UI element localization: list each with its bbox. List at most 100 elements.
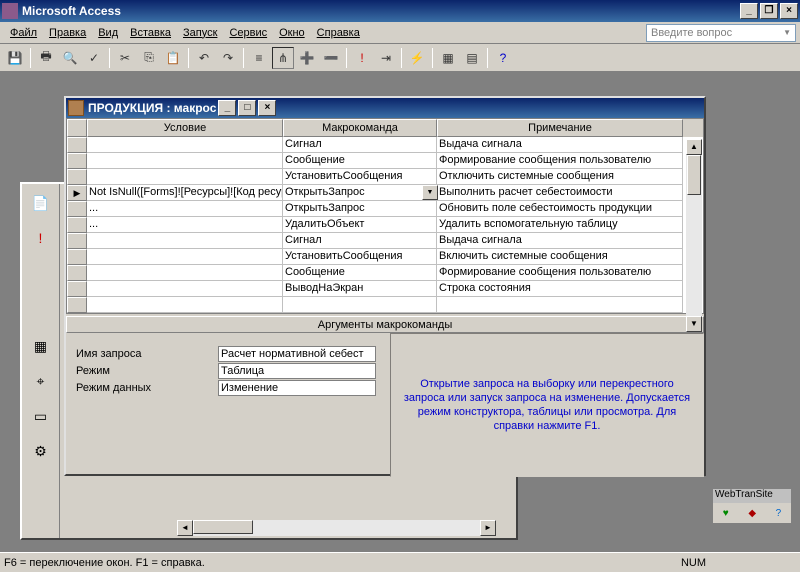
- cell-condition[interactable]: [87, 169, 283, 185]
- macro-names-icon[interactable]: ≡: [248, 47, 270, 69]
- close-button[interactable]: ×: [780, 3, 798, 19]
- menu-window[interactable]: Окно: [273, 25, 311, 41]
- menu-file[interactable]: Файл: [4, 25, 43, 41]
- build-icon[interactable]: ⚡: [406, 47, 428, 69]
- menu-view[interactable]: Вид: [92, 25, 124, 41]
- cell-command[interactable]: [283, 297, 437, 313]
- cell-command[interactable]: УдалитьОбъект: [283, 217, 437, 233]
- webtran-question-icon[interactable]: ?: [776, 508, 782, 519]
- db-hscrollbar[interactable]: ◄ ►: [177, 520, 496, 536]
- row-selector[interactable]: [67, 169, 87, 185]
- cell-command[interactable]: УстановитьСообщения: [283, 169, 437, 185]
- db-queries-icon[interactable]: ⌖: [25, 365, 57, 397]
- macro-titlebar[interactable]: ПРОДУКЦИЯ : макрос _ □ ×: [66, 98, 704, 118]
- vscroll-thumb[interactable]: [687, 155, 701, 195]
- grid-row[interactable]: УстановитьСообщенияОтключить системные с…: [67, 169, 703, 185]
- grid-row[interactable]: СообщениеФормирование сообщения пользова…: [67, 153, 703, 169]
- cell-command[interactable]: Сигнал: [283, 137, 437, 153]
- cell-condition[interactable]: ...: [87, 217, 283, 233]
- macro-grid[interactable]: Условие Макрокоманда Примечание СигналВы…: [66, 118, 704, 314]
- step-icon[interactable]: ⇥: [375, 47, 397, 69]
- paste-icon[interactable]: 📋: [162, 47, 184, 69]
- grid-row[interactable]: ...УдалитьОбъектУдалить вспомогательную …: [67, 217, 703, 233]
- cell-condition[interactable]: [87, 297, 283, 313]
- cell-condition[interactable]: ...: [87, 201, 283, 217]
- undo-icon[interactable]: ↶: [193, 47, 215, 69]
- row-selector[interactable]: [67, 297, 87, 313]
- question-input[interactable]: Введите вопрос ▼: [646, 24, 796, 42]
- col-command[interactable]: Макрокоманда: [283, 119, 437, 137]
- cell-condition[interactable]: [87, 249, 283, 265]
- help-icon[interactable]: ?: [492, 47, 514, 69]
- cell-command[interactable]: Сообщение: [283, 153, 437, 169]
- cell-note[interactable]: Формирование сообщения пользователю: [437, 153, 683, 169]
- row-selector[interactable]: [67, 233, 87, 249]
- row-selector[interactable]: [67, 281, 87, 297]
- insert-row-icon[interactable]: ➕: [296, 47, 318, 69]
- cell-command[interactable]: ОткрытьЗапрос: [283, 185, 437, 201]
- menu-edit[interactable]: Правка: [43, 25, 92, 41]
- row-selector[interactable]: [67, 249, 87, 265]
- cell-command[interactable]: Сообщение: [283, 265, 437, 281]
- grid-row[interactable]: СигналВыдача сигнала: [67, 233, 703, 249]
- restore-button[interactable]: ❐: [760, 3, 778, 19]
- new-object-icon[interactable]: ▤: [461, 47, 483, 69]
- dropdown-arrow[interactable]: ▼: [422, 185, 438, 200]
- cell-command[interactable]: УстановитьСообщения: [283, 249, 437, 265]
- argument-value[interactable]: Расчет нормативной себест: [218, 346, 376, 362]
- db-forms-icon[interactable]: ▭: [25, 400, 57, 432]
- redo-icon[interactable]: ↷: [217, 47, 239, 69]
- scroll-left-icon[interactable]: ◄: [177, 520, 193, 536]
- cell-condition[interactable]: [87, 265, 283, 281]
- menu-run[interactable]: Запуск: [177, 25, 223, 41]
- col-note[interactable]: Примечание: [437, 119, 683, 137]
- macro-maximize-button[interactable]: □: [238, 100, 256, 116]
- cell-command[interactable]: ОткрытьЗапрос: [283, 201, 437, 217]
- cell-condition[interactable]: [87, 233, 283, 249]
- row-selector[interactable]: [67, 217, 87, 233]
- cut-icon[interactable]: ✂: [114, 47, 136, 69]
- webtran-red-icon[interactable]: ◆: [748, 508, 756, 519]
- scroll-down-icon[interactable]: ▼: [686, 316, 702, 332]
- run-icon[interactable]: !: [351, 47, 373, 69]
- macro-minimize-button[interactable]: _: [218, 100, 236, 116]
- db-tables-icon[interactable]: ▦: [25, 330, 57, 362]
- db-run-icon[interactable]: !: [25, 222, 57, 254]
- spell-icon[interactable]: ✓: [83, 47, 105, 69]
- db-window-icon[interactable]: ▦: [437, 47, 459, 69]
- argument-value[interactable]: Таблица: [218, 363, 376, 379]
- save-icon[interactable]: 💾: [4, 47, 26, 69]
- grid-row[interactable]: ВыводНаЭкранСтрока состояния: [67, 281, 703, 297]
- corner-cell[interactable]: [67, 119, 87, 137]
- menu-service[interactable]: Сервис: [223, 25, 273, 41]
- grid-row[interactable]: СообщениеФормирование сообщения пользова…: [67, 265, 703, 281]
- argument-value[interactable]: Изменение: [218, 380, 376, 396]
- db-macros-icon[interactable]: ⚙: [25, 435, 57, 467]
- grid-row[interactable]: ▶Not IsNull([Forms]![Ресурсы]![Код ресур…: [67, 185, 703, 201]
- row-selector[interactable]: ▶: [67, 185, 87, 201]
- grid-row[interactable]: УстановитьСообщенияВключить системные со…: [67, 249, 703, 265]
- scroll-thumb[interactable]: [193, 520, 253, 534]
- cell-note[interactable]: Выдача сигнала: [437, 233, 683, 249]
- row-selector[interactable]: [67, 137, 87, 153]
- delete-row-icon[interactable]: ➖: [320, 47, 342, 69]
- cell-command[interactable]: Сигнал: [283, 233, 437, 249]
- cell-condition[interactable]: Not IsNull([Forms]![Ресурсы]![Код ресурс…: [87, 185, 283, 201]
- cell-condition[interactable]: [87, 137, 283, 153]
- cell-note[interactable]: Выполнить расчет себестоимости: [437, 185, 683, 201]
- cell-condition[interactable]: [87, 281, 283, 297]
- chevron-down-icon[interactable]: ▼: [783, 28, 791, 37]
- conditions-icon[interactable]: ⋔: [272, 47, 294, 69]
- webtran-green-icon[interactable]: ♥: [723, 508, 729, 519]
- cell-note[interactable]: Включить системные сообщения: [437, 249, 683, 265]
- grid-vscrollbar[interactable]: ▲ ▼: [686, 139, 702, 332]
- cell-condition[interactable]: [87, 153, 283, 169]
- row-selector[interactable]: [67, 153, 87, 169]
- minimize-button[interactable]: _: [740, 3, 758, 19]
- row-selector[interactable]: [67, 265, 87, 281]
- grid-row[interactable]: [67, 297, 703, 313]
- row-selector[interactable]: [67, 201, 87, 217]
- cell-note[interactable]: Выдача сигнала: [437, 137, 683, 153]
- cell-note[interactable]: Строка состояния: [437, 281, 683, 297]
- cell-command[interactable]: ВыводНаЭкран: [283, 281, 437, 297]
